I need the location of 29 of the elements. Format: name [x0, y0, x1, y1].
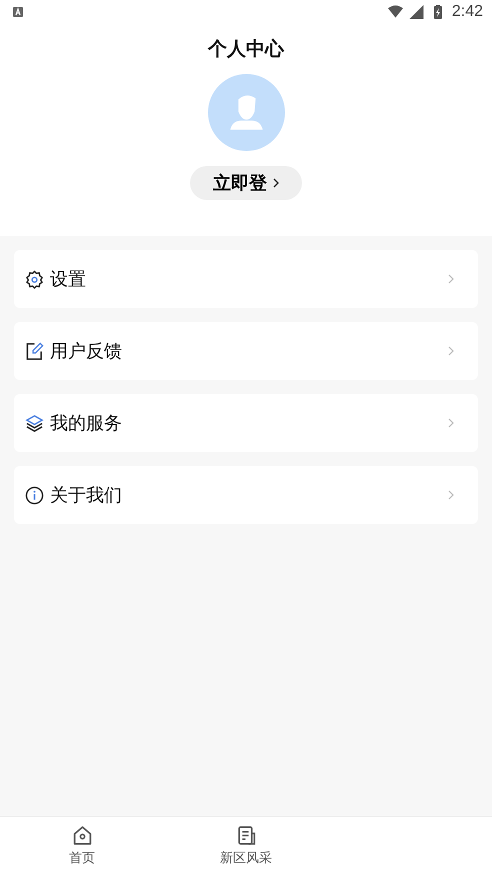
menu-item[interactable]: 关于我们: [14, 466, 478, 524]
chevron-right-icon: [448, 274, 454, 284]
menu-label: 用户反馈: [50, 340, 122, 363]
chevron-right-icon: [273, 178, 279, 188]
battery-icon: [434, 5, 442, 19]
document-icon: [236, 824, 256, 846]
menu-item[interactable]: 我的服务: [14, 394, 478, 452]
login-button[interactable]: 立即登: [190, 166, 302, 200]
chevron-right-icon: [448, 346, 454, 356]
chevron-right-icon: [448, 490, 454, 500]
avatar-icon: [208, 74, 284, 151]
chevron-right-icon: [448, 418, 454, 428]
wifi-icon: [388, 5, 403, 19]
menu-label: 设置: [50, 268, 86, 291]
menu-label: 关于我们: [50, 484, 122, 507]
page-title: 个人中心: [208, 37, 284, 62]
info-icon: [25, 486, 44, 504]
tab[interactable]: 首页: [0, 817, 164, 874]
notification-icon: [13, 7, 23, 17]
menu-label: 我的服务: [50, 412, 122, 435]
clock-time: 2:42: [452, 3, 483, 21]
layers-icon: [25, 414, 44, 432]
edit-icon: [25, 342, 44, 360]
signal-icon: [408, 5, 424, 19]
menu-item[interactable]: 设置: [14, 250, 478, 308]
home-icon: [72, 824, 92, 846]
tab[interactable]: 新区风采: [164, 817, 328, 874]
menu-item[interactable]: 用户反馈: [14, 322, 478, 380]
gear-icon: [25, 270, 44, 288]
